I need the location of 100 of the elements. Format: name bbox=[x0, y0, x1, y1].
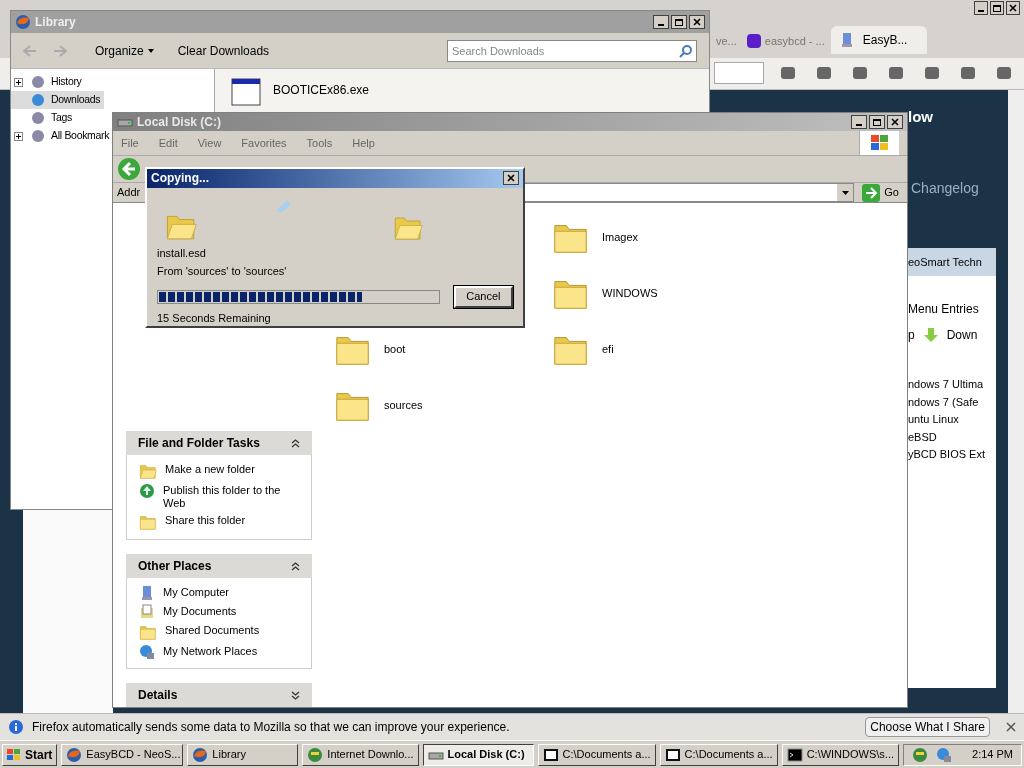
changelog-link[interactable]: Changelog bbox=[911, 178, 979, 199]
tree-icon bbox=[31, 129, 45, 143]
new-folder-icon bbox=[139, 462, 157, 480]
dropdown-button[interactable] bbox=[837, 184, 854, 201]
taskbar-button[interactable]: C:\WINDOWS\s... bbox=[781, 743, 899, 766]
tree-item[interactable]: Tags bbox=[11, 109, 72, 127]
choose-what-i-share-button[interactable]: Choose What I Share bbox=[865, 717, 990, 737]
time-remaining: 15 Seconds Remaining bbox=[157, 310, 272, 326]
file-name: install.esd bbox=[157, 245, 207, 261]
network-icon bbox=[139, 644, 155, 660]
close-button[interactable] bbox=[1006, 1, 1020, 15]
back-button[interactable] bbox=[117, 157, 141, 181]
panel-header[interactable]: File and Folder Tasks bbox=[126, 431, 312, 455]
copy-source-destination: From 'sources' to 'sources' bbox=[157, 264, 288, 279]
globe-fox-icon bbox=[15, 14, 31, 30]
minimize-button[interactable] bbox=[653, 15, 669, 29]
section-label: Menu Entries bbox=[908, 301, 980, 318]
boot-entry[interactable]: eBSD bbox=[908, 428, 996, 445]
boot-entry[interactable]: yBCD BIOS Ext bbox=[908, 446, 996, 463]
boot-entry[interactable]: ndows 7 Ultima bbox=[908, 376, 996, 393]
minimize-button[interactable] bbox=[974, 1, 988, 15]
expand-icon[interactable] bbox=[13, 77, 23, 87]
folder-item[interactable]: Imagex bbox=[552, 216, 770, 258]
close-icon[interactable] bbox=[1006, 722, 1016, 732]
caret-icon bbox=[147, 48, 154, 53]
taskbar-button[interactable]: EasyBCD - NeoS... bbox=[61, 743, 184, 766]
window-file-icon bbox=[231, 77, 261, 107]
close-icon bbox=[507, 174, 515, 183]
folder-item[interactable]: WINDOWS bbox=[552, 272, 770, 314]
close-icon bbox=[693, 18, 701, 26]
window-title: Local Disk (C:) bbox=[137, 114, 222, 131]
url-field[interactable] bbox=[714, 62, 764, 84]
task-link[interactable]: My Network Places bbox=[163, 645, 258, 658]
down-arrow-icon bbox=[922, 327, 939, 343]
search-field[interactable]: Search Downloads bbox=[447, 39, 697, 62]
menu-item[interactable]: Tools bbox=[306, 134, 333, 152]
shared-folder-icon bbox=[139, 513, 157, 531]
search-icon bbox=[679, 43, 693, 58]
collapse-icon[interactable] bbox=[291, 438, 300, 448]
page-heading: low bbox=[908, 107, 933, 127]
expand-icon[interactable] bbox=[13, 131, 23, 141]
globe-fox-icon bbox=[66, 746, 83, 763]
folder-item[interactable]: efi bbox=[552, 328, 770, 370]
down-button[interactable]: Down bbox=[946, 326, 978, 344]
go-button[interactable]: Go bbox=[858, 183, 903, 202]
tree-icon bbox=[31, 93, 45, 107]
browser-tab[interactable]: EasyB... bbox=[830, 26, 927, 54]
maximize-button[interactable] bbox=[869, 115, 885, 129]
cancel-button[interactable]: Cancel bbox=[453, 285, 513, 308]
task-link[interactable]: Publish this folder to the Web bbox=[163, 484, 299, 510]
taskbar-button[interactable]: C:\Documents a... bbox=[537, 743, 656, 766]
boot-entry[interactable]: ndows 7 (Safe bbox=[908, 393, 996, 410]
tree-item[interactable]: History bbox=[11, 73, 82, 91]
close-icon bbox=[891, 118, 899, 126]
globe-icon bbox=[307, 746, 324, 763]
organize-button[interactable]: Organize bbox=[95, 41, 154, 60]
tree-icon bbox=[31, 75, 45, 89]
task-link[interactable]: Share this folder bbox=[165, 514, 246, 527]
boot-entry[interactable]: untu Linux bbox=[908, 411, 996, 428]
panel-header[interactable]: Details bbox=[126, 683, 312, 707]
start-button[interactable]: Start bbox=[2, 743, 58, 766]
folder-icon bbox=[139, 623, 157, 641]
task-link[interactable]: Shared Documents bbox=[165, 624, 260, 637]
globe-icon bbox=[912, 746, 929, 763]
task-link[interactable]: Make a new folder bbox=[165, 463, 255, 476]
task-link[interactable]: My Documents bbox=[163, 605, 237, 618]
menu-item[interactable]: Favorites bbox=[241, 134, 287, 152]
clock: 2:14 PM bbox=[972, 747, 1013, 763]
documents-icon bbox=[139, 604, 155, 620]
menu-item[interactable]: Help bbox=[352, 134, 375, 152]
tree-item[interactable]: All Bookmark bbox=[11, 127, 110, 145]
taskbar-button[interactable]: C:\Documents a... bbox=[659, 743, 778, 766]
taskbar-button[interactable]: Internet Downlo... bbox=[302, 743, 419, 766]
address-label: Addr bbox=[117, 185, 142, 201]
folder-item[interactable]: sources bbox=[334, 384, 552, 426]
task-link[interactable]: My Computer bbox=[163, 586, 230, 599]
menu-item[interactable]: Edit bbox=[158, 134, 178, 152]
panel-header[interactable]: Other Places bbox=[126, 554, 312, 578]
menu-item[interactable]: File bbox=[121, 134, 139, 152]
close-button[interactable] bbox=[503, 171, 519, 186]
archive-icon bbox=[664, 746, 681, 763]
taskbar-button[interactable]: Library bbox=[187, 743, 299, 766]
download-item[interactable]: BOOTICEx86.exe bbox=[231, 77, 701, 107]
window-title: Library bbox=[35, 14, 77, 31]
maximize-button[interactable] bbox=[671, 15, 687, 29]
folder-item[interactable]: boot bbox=[334, 328, 552, 370]
close-button[interactable] bbox=[689, 15, 705, 29]
taskbar-button[interactable]: Local Disk (C:) bbox=[422, 743, 534, 766]
clear-downloads-button[interactable]: Clear Downloads bbox=[177, 41, 270, 60]
maximize-button[interactable] bbox=[990, 1, 1004, 15]
expand-icon[interactable] bbox=[291, 690, 300, 700]
tree-icon bbox=[31, 111, 45, 125]
tree-item[interactable]: Downloads bbox=[11, 91, 105, 109]
up-button[interactable]: p bbox=[908, 326, 915, 344]
collapse-icon[interactable] bbox=[291, 561, 300, 571]
minimize-button[interactable] bbox=[851, 115, 867, 129]
close-button[interactable] bbox=[887, 115, 903, 129]
flag-logo-icon bbox=[7, 748, 21, 761]
menu-item[interactable]: View bbox=[197, 134, 222, 152]
dropdown-arrow-icon bbox=[841, 190, 849, 195]
